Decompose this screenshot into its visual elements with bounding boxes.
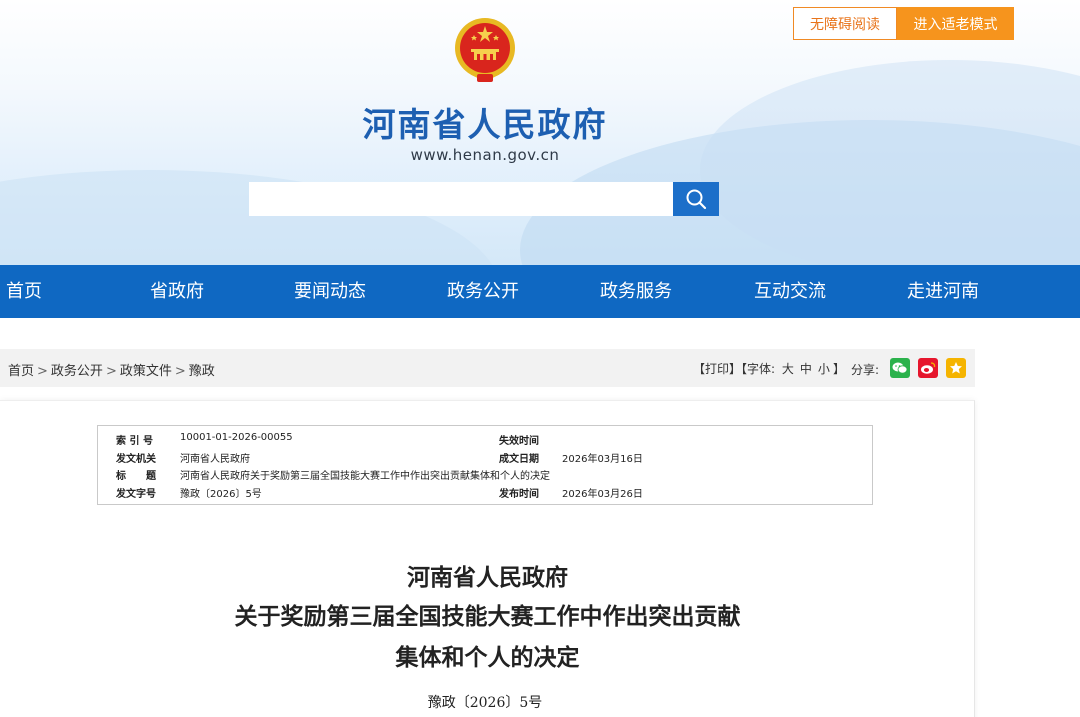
wechat-share-button[interactable] [890,358,910,378]
accessible-reading-button[interactable]: 无障碍阅读 [793,7,897,40]
issuer-value: 河南省人民政府 [180,454,250,465]
nav-item-provincial-government[interactable]: 省政府 [150,265,204,318]
published-time-value: 2026年03月26日 [562,489,643,500]
title-label: 标 题 [116,471,156,482]
meta-row: 标 题 河南省人民政府关于奖励第三届全国技能大赛工作中作出突出贡献集体和个人的决… [98,467,874,485]
document-title-line: 关于奖励第三届全国技能大赛工作中作出突出贡献 [234,603,741,630]
weibo-icon [921,362,936,374]
search-input[interactable] [249,182,673,216]
created-date-label: 成文日期 [499,454,539,465]
breadcrumb: 首页 > 政务公开 > 政策文件 > 豫政 [8,360,215,379]
elder-mode-button[interactable]: 进入适老模式 [897,7,1014,40]
print-button[interactable]: 【打印】 [693,362,741,376]
nav-item-home[interactable]: 首页 [6,265,42,318]
document-number-value: 豫政〔2026〕5号 [180,489,262,500]
breadcrumb-separator: > [174,364,186,379]
document-meta-table: 索 引 号 10001-01-2026-00055 失效时间 发文机关 河南省人… [97,425,873,505]
font-medium-button[interactable]: 中 [800,362,812,376]
nav-item-interaction[interactable]: 互动交流 [754,265,826,318]
main-nav: 首页 省政府 要闻动态 政务公开 政务服务 互动交流 走进河南 [0,265,1080,318]
site-url[interactable]: www.henan.gov.cn [340,146,630,164]
star-icon [950,362,962,374]
breadcrumb-government-affairs[interactable]: 政务公开 [51,364,103,379]
index-number-value: 10001-01-2026-00055 [180,432,293,443]
expire-time-label: 失效时间 [499,436,539,447]
header-banner: 无障碍阅读 进入适老模式 河南省人民政府 www.henan.gov.cn [0,0,1080,265]
breadcrumb-separator: > [105,364,117,379]
published-time-label: 发布时间 [499,489,539,500]
site-title: 河南省人民政府 [362,105,608,144]
document-number-label: 发文字号 [116,489,156,500]
breadcrumb-home[interactable]: 首页 [8,364,34,379]
meta-row: 发文字号 豫政〔2026〕5号 发布时间 2026年03月26日 [98,485,874,503]
meta-row: 发文机关 河南省人民政府 成文日期 2026年03月16日 [98,450,874,468]
accessibility-controls: 无障碍阅读 进入适老模式 [793,7,1014,40]
nav-item-services[interactable]: 政务服务 [600,265,672,318]
breadcrumb-policy-documents[interactable]: 政策文件 [120,364,172,379]
font-size-close: 】 [832,362,845,376]
document-title-line: 集体和个人的决定 [395,644,580,671]
breadcrumb-separator: > [37,364,48,379]
nav-item-government-affairs[interactable]: 政务公开 [447,265,519,318]
search-button[interactable] [673,182,719,216]
weibo-share-button[interactable] [918,358,938,378]
breadcrumb-bar: 首页 > 政务公开 > 政策文件 > 豫政 【打印】【字体: 大中小】 分享: [0,349,975,387]
document-title-line: 河南省人民政府 [407,564,568,591]
breadcrumb-yuzheng[interactable]: 豫政 [189,364,215,379]
page-tools: 【打印】【字体: 大中小】 [693,360,845,377]
created-date-value: 2026年03月16日 [562,454,643,465]
meta-row: 索 引 号 10001-01-2026-00055 失效时间 [98,432,874,450]
document-number: 豫政〔2026〕5号 [427,695,543,711]
favorite-button[interactable] [946,358,966,378]
share-label: 分享: [851,363,880,377]
font-size-label: 【字体: [741,362,776,376]
background-hill [700,60,1080,265]
nav-item-about-henan[interactable]: 走进河南 [907,265,979,318]
wechat-icon [892,362,908,374]
font-small-button[interactable]: 小 [818,362,830,376]
issuer-label: 发文机关 [116,454,156,465]
font-large-button[interactable]: 大 [782,362,794,376]
national-emblem-icon [455,18,515,82]
nav-item-news[interactable]: 要闻动态 [294,265,366,318]
title-value: 河南省人民政府关于奖励第三届全国技能大赛工作中作出突出贡献集体和个人的决定 [180,471,550,482]
index-number-label: 索 引 号 [116,436,153,447]
search-icon [686,189,707,210]
